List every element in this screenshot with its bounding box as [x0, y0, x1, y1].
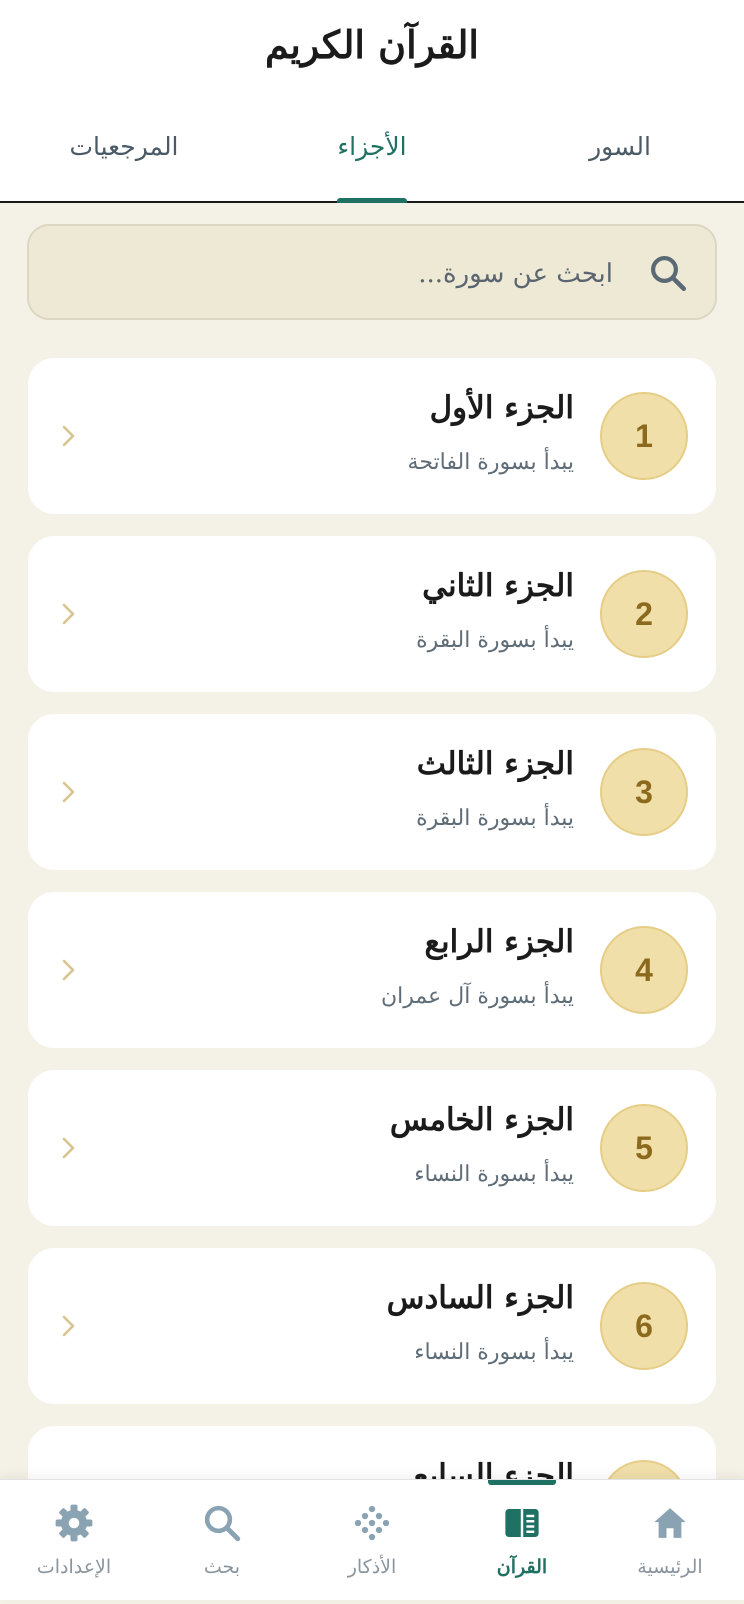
- juz-list: 1 الجزء الأول يبدأ بسورة الفاتحة 2 الجزء…: [28, 358, 716, 1604]
- tab-juz[interactable]: الأجزاء: [272, 132, 472, 161]
- juz-subtitle: يبدأ بسورة النساء: [414, 1340, 574, 1365]
- juz-card-6[interactable]: 6 الجزء السادس يبدأ بسورة النساء: [28, 1248, 716, 1404]
- chevron-right-icon: [62, 959, 75, 981]
- search-icon: [204, 1505, 241, 1542]
- bottom-navigation: الرئيسية القرآن الأذكار بحث الإعدادات: [0, 1479, 744, 1600]
- juz-number-badge: 3: [600, 748, 688, 836]
- chevron-right-icon: [62, 781, 75, 803]
- nav-search[interactable]: بحث: [148, 1480, 296, 1600]
- juz-number-badge: 1: [600, 392, 688, 480]
- juz-title: الجزء الأول: [429, 390, 574, 426]
- nav-quran-label: القرآن: [496, 1556, 548, 1578]
- nav-settings[interactable]: الإعدادات: [0, 1480, 148, 1600]
- chevron-right-icon: [62, 1137, 75, 1159]
- nav-adhkar-label: الأذكار: [347, 1556, 397, 1578]
- juz-subtitle: يبدأ بسورة النساء: [414, 1162, 574, 1187]
- search-icon[interactable]: [647, 252, 689, 294]
- juz-card-3[interactable]: 3 الجزء الثالث يبدأ بسورة البقرة: [28, 714, 716, 870]
- juz-subtitle: يبدأ بسورة البقرة: [416, 628, 574, 653]
- nav-home[interactable]: الرئيسية: [596, 1480, 744, 1600]
- nav-quran[interactable]: القرآن: [448, 1480, 596, 1600]
- juz-card-1[interactable]: 1 الجزء الأول يبدأ بسورة الفاتحة: [28, 358, 716, 514]
- juz-card-5[interactable]: 5 الجزء الخامس يبدأ بسورة النساء: [28, 1070, 716, 1226]
- juz-title: الجزء الثاني: [422, 568, 574, 604]
- search-input[interactable]: [71, 248, 615, 300]
- juz-title: الجزء الثالث: [416, 746, 574, 782]
- app-header: القرآن الكريم السور الأجزاء المرجعيات: [0, 0, 744, 203]
- home-icon: [654, 1508, 686, 1538]
- tab-surahs[interactable]: السور: [520, 132, 720, 161]
- juz-number-badge: 4: [600, 926, 688, 1014]
- juz-subtitle: يبدأ بسورة الفاتحة: [407, 450, 574, 475]
- chevron-right-icon: [62, 425, 75, 447]
- juz-number-badge: 6: [600, 1282, 688, 1370]
- nav-home-label: الرئيسية: [637, 1556, 703, 1578]
- page-title: القرآن الكريم: [265, 22, 479, 67]
- tab-references[interactable]: المرجعيات: [24, 132, 224, 161]
- juz-card-4[interactable]: 4 الجزء الرابع يبدأ بسورة آل عمران: [28, 892, 716, 1048]
- prayer-beads-icon: [354, 1505, 390, 1541]
- search-bar: [27, 224, 717, 320]
- juz-title: الجزء الخامس: [389, 1102, 574, 1138]
- chevron-right-icon: [62, 603, 75, 625]
- nav-adhkar[interactable]: الأذكار: [298, 1480, 446, 1600]
- nav-search-label: بحث: [203, 1556, 241, 1578]
- juz-title: الجزء السادس: [386, 1280, 574, 1316]
- quran-book-icon: [505, 1509, 539, 1537]
- juz-title: الجزء الرابع: [424, 924, 574, 960]
- active-nav-indicator: [488, 1480, 556, 1485]
- juz-subtitle: يبدأ بسورة البقرة: [416, 806, 574, 831]
- active-tab-indicator: [337, 198, 407, 203]
- tab-bar: السور الأجزاء المرجعيات: [0, 120, 744, 203]
- gear-icon: [55, 1504, 93, 1542]
- juz-number-badge: 2: [600, 570, 688, 658]
- juz-subtitle: يبدأ بسورة آل عمران: [380, 984, 574, 1009]
- juz-number-badge: 5: [600, 1104, 688, 1192]
- nav-settings-label: الإعدادات: [36, 1556, 112, 1578]
- juz-card-2[interactable]: 2 الجزء الثاني يبدأ بسورة البقرة: [28, 536, 716, 692]
- chevron-right-icon: [62, 1315, 75, 1337]
